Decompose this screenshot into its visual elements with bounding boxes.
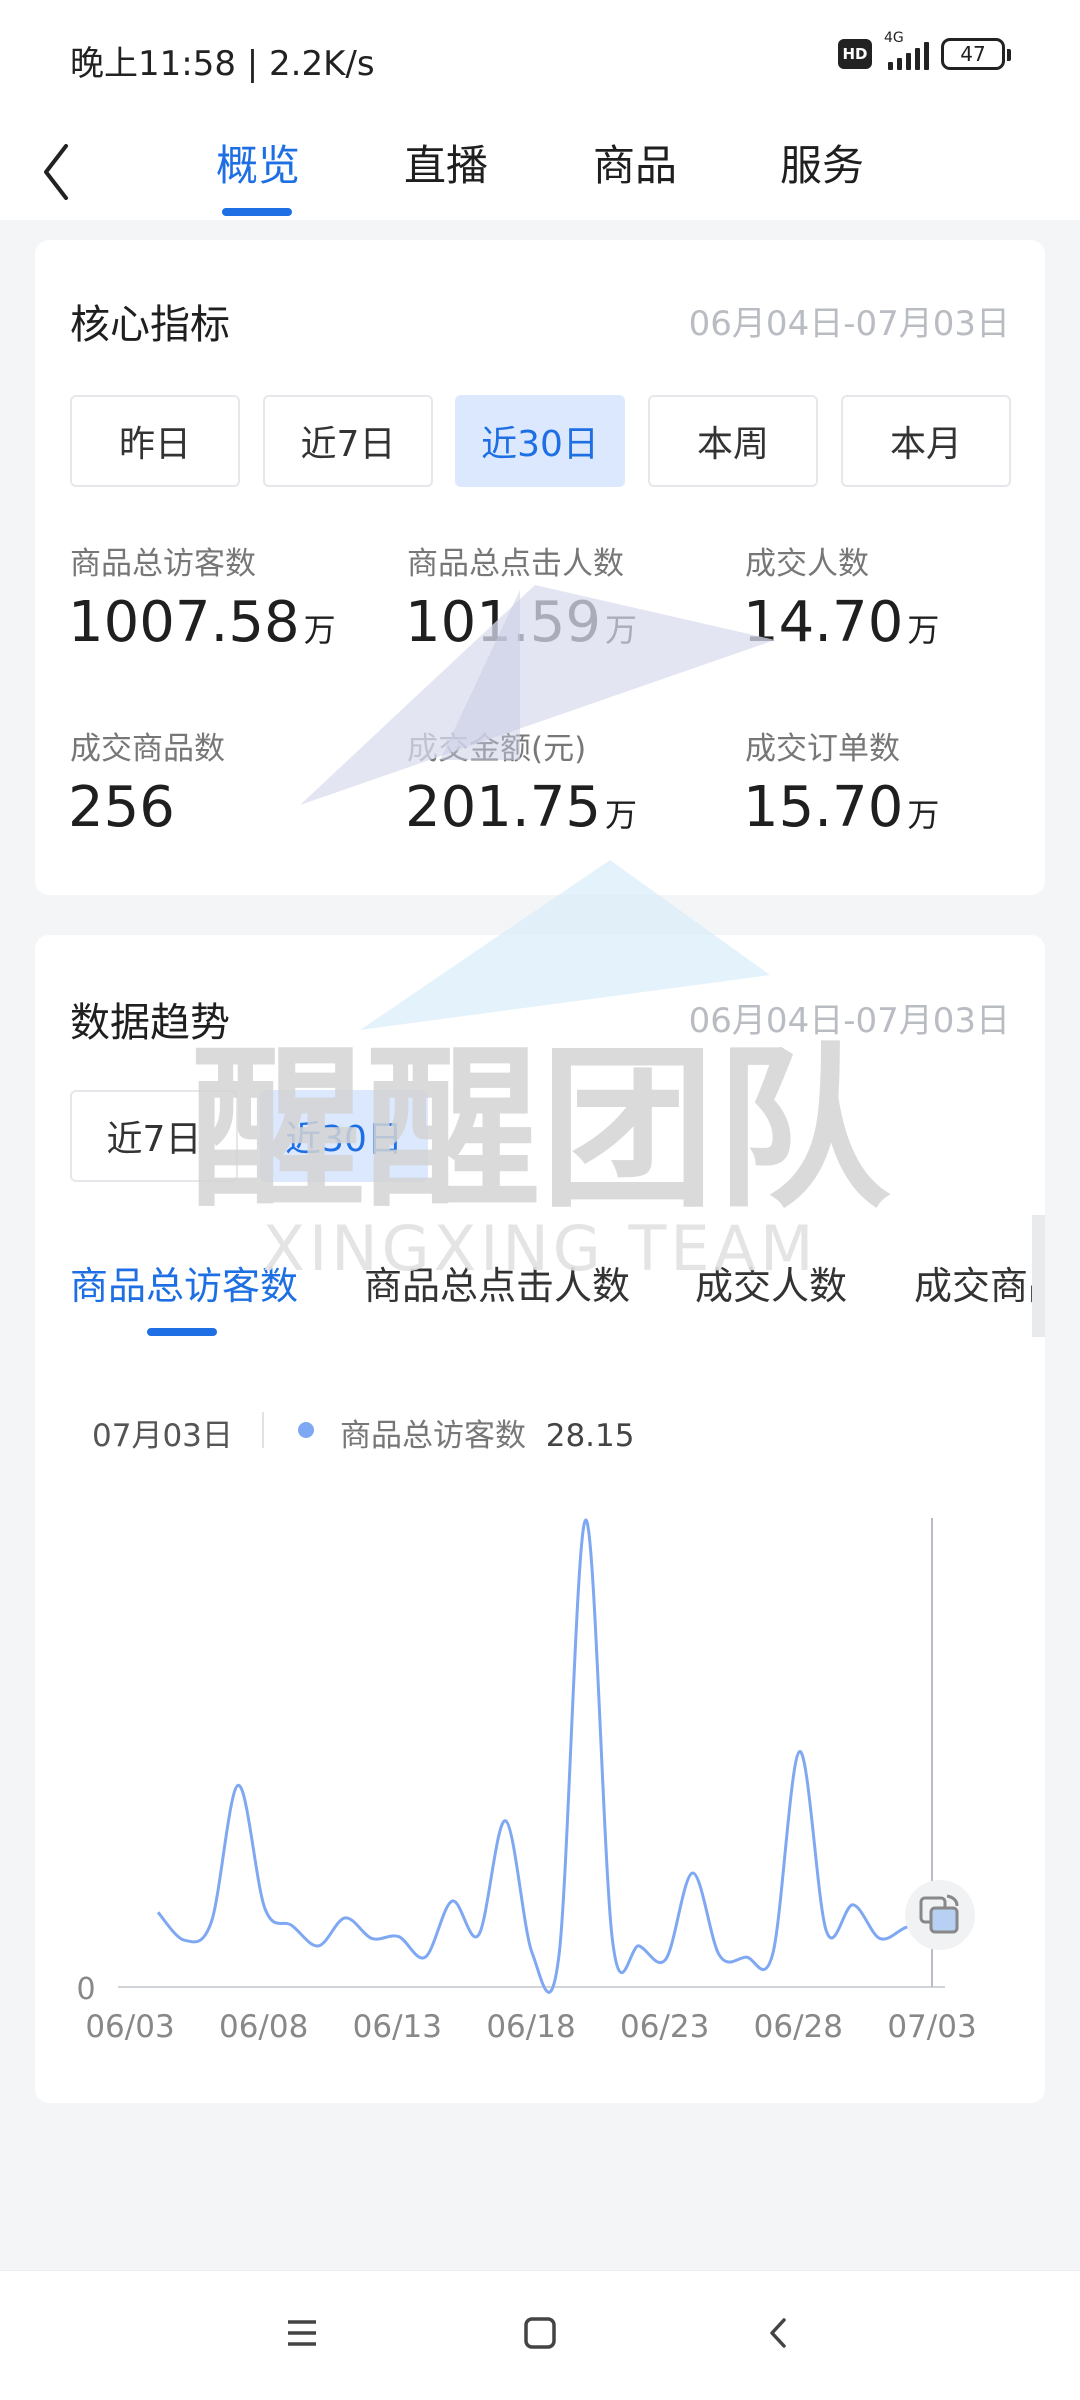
x-tick-label: 07/03 bbox=[887, 2009, 976, 2045]
chart-toggle-button[interactable] bbox=[905, 1880, 975, 1950]
home-icon[interactable] bbox=[523, 2316, 557, 2350]
back-icon[interactable] bbox=[762, 2316, 796, 2350]
swap-view-icon bbox=[919, 1894, 959, 1934]
x-tick-label: 06/13 bbox=[353, 2009, 442, 2045]
x-tick-label: 06/28 bbox=[754, 2009, 843, 2045]
series-line-visitors bbox=[156, 1518, 934, 1994]
menu-icon[interactable] bbox=[285, 2316, 319, 2350]
x-tick-label: 06/23 bbox=[620, 2009, 709, 2045]
x-tick-label: 06/03 bbox=[85, 2009, 174, 2045]
trend-line-chart[interactable]: 006/03 06/08 06/13 06/18 06/23 06/28 07/03 bbox=[0, 0, 1080, 2400]
system-nav-bar bbox=[0, 2270, 1080, 2400]
x-tick-label: 06/18 bbox=[486, 2009, 575, 2045]
y-tick-label: 0 bbox=[76, 1972, 95, 2007]
x-tick-label: 06/08 bbox=[219, 2009, 308, 2045]
